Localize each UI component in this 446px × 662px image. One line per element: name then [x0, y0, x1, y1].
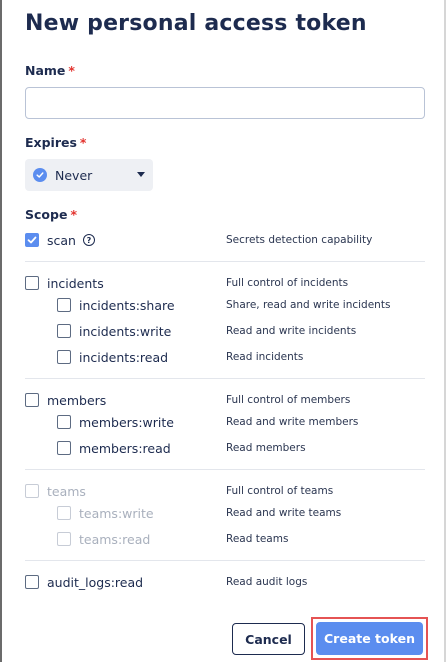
incidents-share-description: Share, read and write incidents: [226, 299, 391, 311]
scope-option-audit-logs-read[interactable]: audit_logs:read: [25, 572, 143, 592]
required-mark: *: [70, 207, 77, 222]
teams-description: Full control of teams: [226, 485, 334, 497]
divider: [25, 469, 425, 470]
incidents-read-label: incidents:read: [79, 349, 169, 365]
members-read-label: members:read: [79, 440, 171, 456]
expires-select[interactable]: Never: [25, 159, 153, 191]
incidents-share-label: incidents:share: [79, 297, 175, 313]
incidents-write-description: Read and write incidents: [226, 325, 357, 337]
scope-option-members-read[interactable]: members:read: [57, 438, 171, 458]
incidents-read-checkbox[interactable]: [57, 350, 71, 364]
members-read-checkbox[interactable]: [57, 441, 71, 455]
incidents-write-label: incidents:write: [79, 323, 172, 339]
teams-write-checkbox: [57, 506, 71, 520]
help-icon[interactable]: ?: [82, 234, 95, 246]
name-input[interactable]: [25, 87, 425, 119]
incidents-share-checkbox[interactable]: [57, 298, 71, 312]
audit-logs-read-checkbox[interactable]: [25, 575, 39, 589]
teams-checkbox: [25, 484, 39, 498]
scope-option-incidents-read[interactable]: incidents:read: [57, 347, 168, 367]
members-description: Full control of members: [226, 394, 351, 406]
check-circle-icon: [33, 168, 47, 182]
members-read-description: Read members: [226, 442, 306, 454]
scope-option-incidents[interactable]: incidents: [25, 273, 104, 293]
incidents-read-description: Read incidents: [226, 351, 304, 363]
incidents-write-checkbox[interactable]: [57, 324, 71, 338]
caret-down-icon: [137, 172, 145, 177]
scan-checkbox[interactable]: [25, 233, 39, 247]
incidents-label: incidents: [47, 275, 104, 291]
incidents-checkbox[interactable]: [25, 276, 39, 290]
members-label: members: [47, 392, 107, 408]
expires-label: Expires *: [25, 135, 86, 150]
teams-write-description: Read and write teams: [226, 507, 342, 519]
window-left-edge: [0, 0, 2, 662]
audit-logs-read-description: Read audit logs: [226, 576, 308, 588]
expires-selected-value: Never: [55, 167, 93, 183]
divider: [25, 378, 425, 379]
scope-option-teams-write: teams:write: [57, 503, 154, 523]
audit-logs-read-label: audit_logs:read: [47, 574, 144, 590]
scan-label: scan: [47, 232, 76, 248]
scope-option-members[interactable]: members: [25, 390, 106, 410]
teams-label: teams: [47, 483, 86, 499]
create-token-button[interactable]: Create token: [316, 622, 423, 655]
name-label: Name *: [25, 63, 75, 78]
scope-option-members-write[interactable]: members:write: [57, 412, 174, 432]
scope-option-incidents-write[interactable]: incidents:write: [57, 321, 171, 341]
expires-label-text: Expires: [25, 135, 77, 150]
required-mark: *: [79, 135, 87, 150]
members-write-description: Read and write members: [226, 416, 359, 428]
dialog-title: New personal access token: [25, 11, 367, 36]
teams-write-label: teams:write: [79, 505, 154, 521]
members-write-label: members:write: [79, 414, 174, 430]
scope-label-text: Scope: [25, 207, 68, 222]
teams-read-description: Read teams: [226, 533, 289, 545]
divider: [25, 261, 425, 262]
teams-read-label: teams:read: [79, 531, 151, 547]
scope-option-teams-read: teams:read: [57, 529, 150, 549]
divider: [25, 560, 425, 561]
members-checkbox[interactable]: [25, 393, 39, 407]
scope-option-scan[interactable]: scan ?: [25, 230, 95, 250]
members-write-checkbox[interactable]: [57, 415, 71, 429]
scope-option-teams: teams: [25, 481, 86, 501]
scope-option-incidents-share[interactable]: incidents:share: [57, 295, 175, 315]
scan-description: Secrets detection capability: [226, 234, 373, 246]
name-label-text: Name: [25, 63, 66, 78]
cancel-button[interactable]: Cancel: [232, 623, 305, 655]
teams-read-checkbox: [57, 532, 71, 546]
scope-label: Scope *: [25, 207, 77, 222]
required-mark: *: [68, 63, 75, 78]
incidents-description: Full control of incidents: [226, 277, 349, 289]
